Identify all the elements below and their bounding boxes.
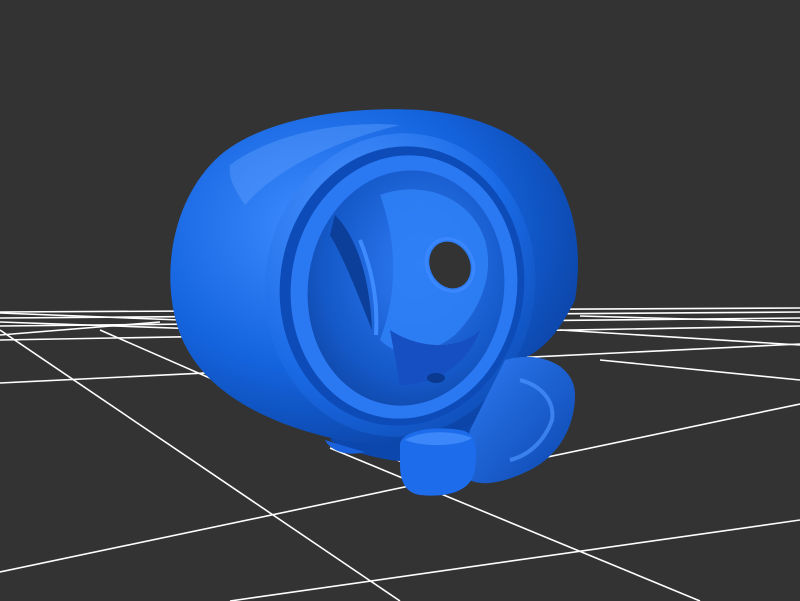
3d-viewport[interactable]	[0, 0, 800, 601]
foramen-opening	[427, 373, 445, 383]
scene-canvas[interactable]	[0, 0, 800, 601]
